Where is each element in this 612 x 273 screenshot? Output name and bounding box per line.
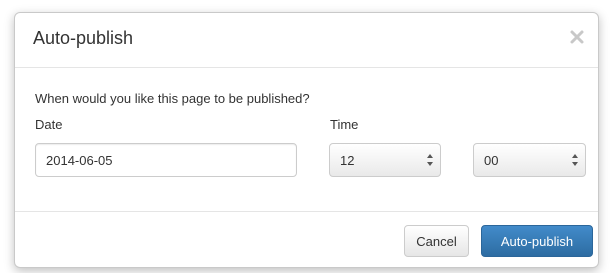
dialog-footer: Cancel Auto-publish [15, 212, 598, 267]
close-button[interactable] [566, 26, 588, 48]
date-input[interactable] [35, 143, 297, 177]
hour-select[interactable]: 12 [329, 143, 441, 177]
minute-select[interactable]: 00 [473, 143, 586, 177]
auto-publish-dialog: Auto-publish When would you like this pa… [14, 12, 599, 268]
dialog-title: Auto-publish [33, 28, 134, 48]
auto-publish-button[interactable]: Auto-publish [481, 225, 593, 257]
up-down-arrows-icon [427, 154, 433, 166]
publish-question: When would you like this page to be publ… [35, 91, 310, 106]
hour-value: 12 [340, 153, 355, 168]
dialog-header: Auto-publish [15, 13, 598, 68]
minute-value: 00 [484, 153, 499, 168]
date-label: Date [35, 117, 63, 132]
close-icon [570, 30, 584, 44]
dialog-body: When would you like this page to be publ… [15, 68, 598, 212]
cancel-button[interactable]: Cancel [404, 225, 469, 257]
time-label: Time [330, 117, 359, 132]
up-down-arrows-icon [572, 154, 578, 166]
